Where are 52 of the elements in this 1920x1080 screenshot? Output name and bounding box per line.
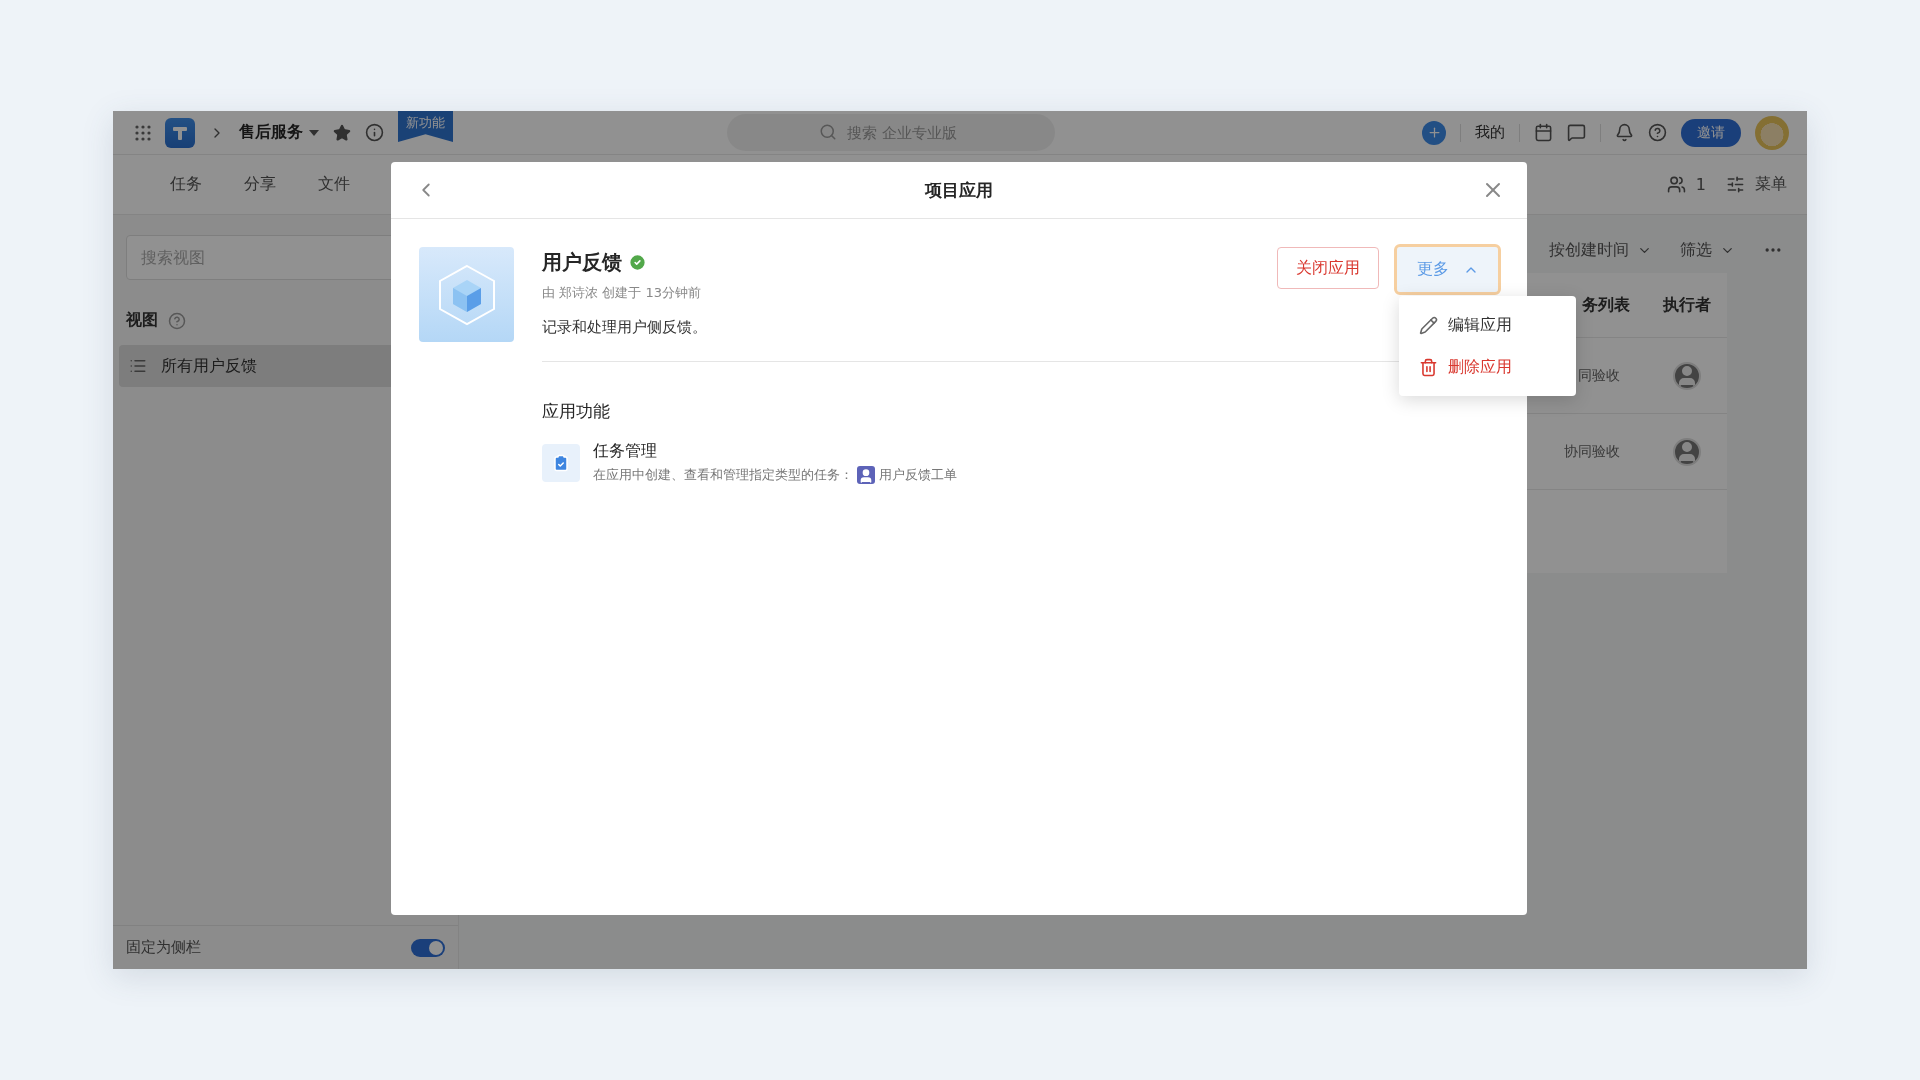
assignee-avatar [1672,361,1701,390]
cube-icon [419,247,514,342]
app-description: 记录和处理用户侧反馈。 [542,318,708,337]
table-cell-text: 协同验收 [1563,442,1621,461]
search-icon [819,123,837,141]
pin-sidebar-toggle[interactable] [411,938,445,957]
pin-sidebar-label: 固定为侧栏 [126,938,201,957]
trash-icon [1419,357,1438,377]
apps-grid-icon[interactable] [135,124,151,141]
view-label: 所有用户反馈 [161,355,257,377]
dialog-title: 项目应用 [925,178,993,202]
menu-item[interactable]: 删除应用 [1399,346,1576,388]
task-type-label: 用户反馈工单 [879,466,957,484]
feature-description: 在应用中创建、查看和管理指定类型的任务： [593,466,853,484]
app-meta: 由 郑诗浓 创建于 13分钟前 [542,284,702,302]
project-name[interactable]: 售后服务 [239,122,303,143]
table-cell-text: 同验收 [1577,366,1621,385]
add-icon[interactable] [1422,120,1446,145]
pencil-icon [1419,315,1438,335]
filter-dropdown[interactable]: 筛选 [1680,239,1735,261]
chat-icon[interactable] [1567,123,1586,142]
invite-button[interactable]: 邀请 [1681,118,1741,147]
list-icon [129,357,147,375]
new-feature-ribbon[interactable]: 新功能 [398,111,453,142]
clipboard-icon [542,443,580,482]
more-button[interactable]: 更多 [1397,247,1498,292]
assignee-avatar [1672,437,1701,466]
app-logo[interactable] [165,117,195,148]
close-app-button[interactable]: 关闭应用 [1277,247,1379,289]
caret-icon[interactable] [309,129,319,136]
nav-tab[interactable]: 分享 [244,174,276,195]
members-icon[interactable] [1666,175,1686,194]
sort-dropdown[interactable]: 按创建时间 [1549,239,1652,261]
column-header: 执行者 [1661,294,1712,316]
info-icon[interactable] [365,123,384,142]
views-heading: 视图 [126,310,158,331]
menu-item[interactable]: 编辑应用 [1399,304,1576,346]
menu-link[interactable]: 菜单 [1755,174,1787,195]
nav-tab[interactable]: 任务 [170,174,202,195]
column-header: 务列表 [1581,294,1631,316]
calendar-icon[interactable] [1534,123,1553,142]
person-icon [857,466,875,484]
sliders-icon[interactable] [1726,175,1745,194]
nav-tab[interactable]: 文件 [318,174,350,195]
section-title: 应用功能 [542,400,611,423]
member-count: 1 [1695,175,1706,194]
star-icon[interactable] [333,123,351,142]
help-icon[interactable] [1648,123,1667,142]
my-link[interactable]: 我的 [1475,123,1505,142]
app-name: 用户反馈 [542,249,622,276]
feature-name: 任务管理 [593,441,658,462]
bell-icon[interactable] [1615,123,1634,142]
